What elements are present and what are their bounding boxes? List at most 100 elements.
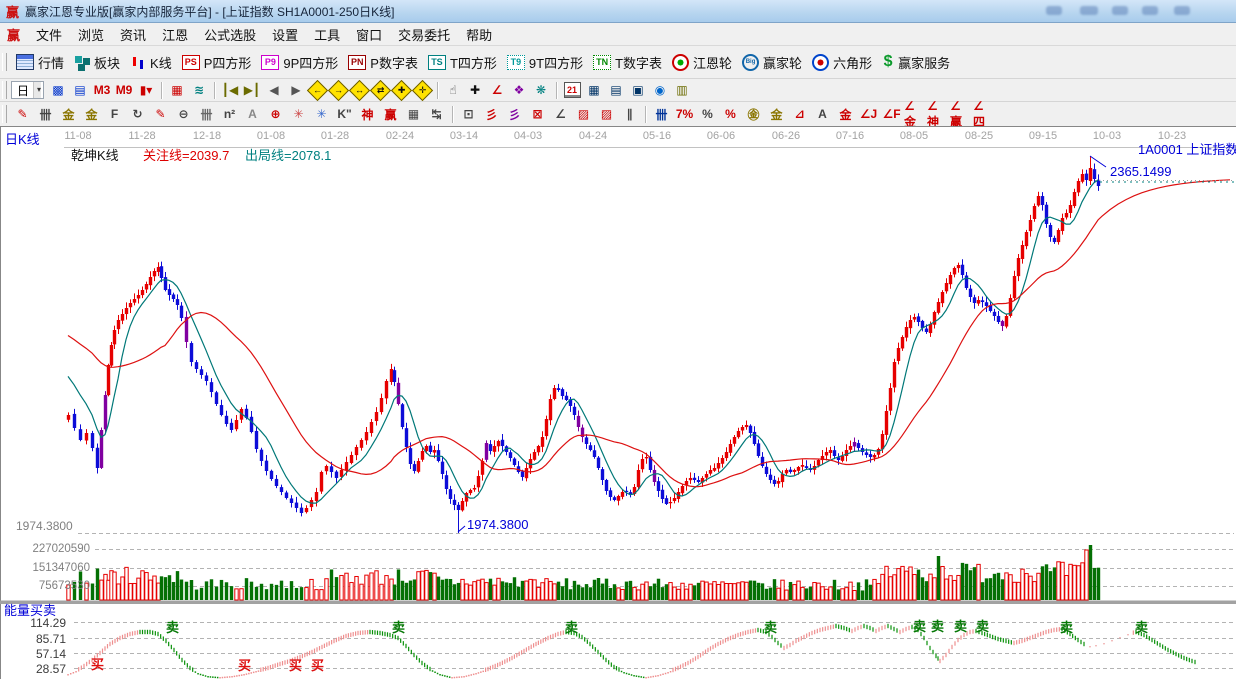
draw-tool-icon[interactable]: 卌 bbox=[35, 105, 56, 124]
menu-item-公式选股[interactable]: 公式选股 bbox=[196, 23, 264, 46]
tool-icon[interactable]: M9 bbox=[114, 81, 134, 99]
draw-tool-icon[interactable]: ✳ bbox=[311, 105, 332, 124]
gann-diamond-tool-icon[interactable]: ✛ bbox=[412, 79, 433, 100]
tool-icon[interactable]: ☝ bbox=[443, 81, 463, 99]
period-selector[interactable]: 日▾ bbox=[11, 81, 44, 99]
draw-tool-icon[interactable]: 卌 bbox=[196, 105, 217, 124]
draw-tool-icon[interactable]: ∠赢 bbox=[950, 105, 971, 124]
title-bar[interactable]: 赢 赢家江恩专业版[赢家内部服务平台] - [上证指数 SH1A0001-250… bbox=[0, 0, 1236, 23]
draw-tool-icon[interactable]: 赢 bbox=[380, 105, 401, 124]
tool-icon[interactable]: ◀ bbox=[264, 81, 284, 99]
tool-icon[interactable]: ▶ bbox=[286, 81, 306, 99]
draw-tool-icon[interactable]: ✳ bbox=[288, 105, 309, 124]
tool-icon[interactable]: ❖ bbox=[509, 81, 529, 99]
draw-tool-icon[interactable]: ∠F bbox=[881, 105, 902, 124]
tool-icon[interactable]: ∠ bbox=[487, 81, 507, 99]
draw-tool-icon[interactable]: K" bbox=[334, 105, 355, 124]
gann-diamond-tool-icon[interactable]: ← bbox=[307, 79, 328, 100]
date-tick-label: 11-08 bbox=[64, 130, 91, 142]
draw-tool-icon[interactable]: ⊖ bbox=[173, 105, 194, 124]
draw-tool-icon[interactable]: ∠四 bbox=[973, 105, 994, 124]
draw-tool-icon[interactable]: ∠J bbox=[858, 105, 879, 124]
window-title: 赢家江恩专业版[赢家内部服务平台] - [上证指数 SH1A0001-250日K… bbox=[25, 3, 394, 20]
draw-tool-icon[interactable]: % bbox=[697, 105, 718, 124]
draw-tool-icon[interactable]: ⊡ bbox=[458, 105, 479, 124]
gann-diamond-tool-icon[interactable]: ↔ bbox=[349, 79, 370, 100]
tool-icon[interactable]: M3 bbox=[92, 81, 112, 99]
draw-tool-icon[interactable]: 神 bbox=[357, 105, 378, 124]
draw-tool-icon[interactable]: ▨ bbox=[596, 105, 617, 124]
draw-tool-icon[interactable]: ▨ bbox=[573, 105, 594, 124]
tool-icon[interactable]: ❋ bbox=[531, 81, 551, 99]
toolbar-button-江恩轮[interactable]: 江恩轮 bbox=[667, 51, 737, 74]
tool-icon[interactable]: ▶┃ bbox=[242, 81, 262, 99]
draw-tool-icon[interactable]: % bbox=[720, 105, 741, 124]
toolbar-button-行情[interactable]: 行情 bbox=[11, 51, 69, 74]
tool-icon[interactable]: ▩ bbox=[48, 81, 68, 99]
draw-tool-icon[interactable]: ↹ bbox=[426, 105, 447, 124]
draw-tool-icon[interactable]: 金 bbox=[766, 105, 787, 124]
draw-tool-icon[interactable]: ✎ bbox=[150, 105, 171, 124]
draw-tool-icon[interactable]: 金 bbox=[58, 105, 79, 124]
draw-tool-icon[interactable]: 金 bbox=[835, 105, 856, 124]
tool-icon[interactable]: ▤ bbox=[606, 81, 626, 99]
draw-tool-icon[interactable]: ⊠ bbox=[527, 105, 548, 124]
gann-diamond-tool-icon[interactable]: → bbox=[328, 79, 349, 100]
toolbar-button-P数字表[interactable]: PNP数字表 bbox=[343, 51, 423, 74]
toolbar-button-板块[interactable]: 板块 bbox=[69, 51, 125, 74]
menu-item-文件[interactable]: 文件 bbox=[28, 23, 70, 46]
toolbar-button-P四方形[interactable]: PSP四方形 bbox=[177, 51, 257, 74]
draw-tool-icon[interactable]: ∥ bbox=[619, 105, 640, 124]
draw-tool-icon[interactable]: ∠ bbox=[550, 105, 571, 124]
gann-diamond-tool-icon[interactable]: ✚ bbox=[391, 79, 412, 100]
calendar-icon[interactable]: 21 bbox=[562, 81, 582, 99]
toolbar-button-9P四方形[interactable]: P99P四方形 bbox=[256, 51, 343, 74]
menu-item-设置[interactable]: 设置 bbox=[264, 23, 306, 46]
draw-tool-icon[interactable]: A bbox=[812, 105, 833, 124]
draw-tool-icon[interactable]: 金 bbox=[81, 105, 102, 124]
draw-tool-icon[interactable]: 彡 bbox=[481, 105, 502, 124]
toolbar-button-六角形[interactable]: 六角形 bbox=[807, 51, 877, 74]
menu-item-交易委托[interactable]: 交易委托 bbox=[390, 23, 458, 46]
draw-tool-icon[interactable]: F bbox=[104, 105, 125, 124]
draw-tool-icon[interactable]: ▦ bbox=[403, 105, 424, 124]
draw-tool-icon[interactable]: 彡 bbox=[504, 105, 525, 124]
tool-icon[interactable]: ▥ bbox=[672, 81, 692, 99]
draw-tool-icon[interactable]: ↻ bbox=[127, 105, 148, 124]
tool-icon[interactable]: ≋ bbox=[189, 81, 209, 99]
draw-tool-icon[interactable]: A bbox=[242, 105, 263, 124]
tool-icon[interactable]: ▦ bbox=[167, 81, 187, 99]
toolbar-button-赢家服务[interactable]: $赢家服务 bbox=[877, 51, 955, 74]
draw-tool-icon[interactable]: ✎ bbox=[12, 105, 33, 124]
toolbar-button-9T四方形[interactable]: T99T四方形 bbox=[502, 51, 588, 74]
tool-icon[interactable]: ▦ bbox=[584, 81, 604, 99]
tool-icon[interactable]: ▤ bbox=[70, 81, 90, 99]
menu-item-江恩[interactable]: 江恩 bbox=[154, 23, 196, 46]
tool-icon[interactable]: ▣ bbox=[628, 81, 648, 99]
menu-item-工具[interactable]: 工具 bbox=[306, 23, 348, 46]
tool-icon[interactable]: ✚ bbox=[465, 81, 485, 99]
gann-diamond-tool-icon[interactable]: ⇄ bbox=[370, 79, 391, 100]
menu-item-帮助[interactable]: 帮助 bbox=[458, 23, 500, 46]
toolbar-button-赢家轮[interactable]: Big赢家轮 bbox=[737, 51, 807, 74]
draw-tool-icon[interactable]: ∠神 bbox=[927, 105, 948, 124]
toolbar-button-K线[interactable]: K线 bbox=[125, 51, 177, 74]
chart-area[interactable]: 日K线 11-0811-2812-1801-0801-2802-2403-140… bbox=[0, 126, 1236, 679]
tool-icon[interactable]: ▮▾ bbox=[136, 81, 156, 99]
draw-tool-icon[interactable]: ∠金 bbox=[904, 105, 925, 124]
draw-tool-icon[interactable]: ⊿ bbox=[789, 105, 810, 124]
draw-tool-icon[interactable]: 7% bbox=[674, 105, 695, 124]
draw-tool-icon[interactable]: ㊎ bbox=[743, 105, 764, 124]
toolbar-button-T数字表[interactable]: TNT数字表 bbox=[588, 51, 667, 74]
draw-tool-icon[interactable]: 卌 bbox=[651, 105, 672, 124]
menu-item-资讯[interactable]: 资讯 bbox=[112, 23, 154, 46]
chart-canvas[interactable] bbox=[0, 126, 1236, 679]
low-price-annotation: 1974.3800 bbox=[467, 518, 528, 532]
menu-item-窗口[interactable]: 窗口 bbox=[348, 23, 390, 46]
tool-icon[interactable]: ┃◀ bbox=[220, 81, 240, 99]
tool-icon[interactable]: ◉ bbox=[650, 81, 670, 99]
menu-item-浏览[interactable]: 浏览 bbox=[70, 23, 112, 46]
toolbar-button-T四方形[interactable]: TST四方形 bbox=[423, 51, 502, 74]
draw-tool-icon[interactable]: n² bbox=[219, 105, 240, 124]
draw-tool-icon[interactable]: ⊕ bbox=[265, 105, 286, 124]
